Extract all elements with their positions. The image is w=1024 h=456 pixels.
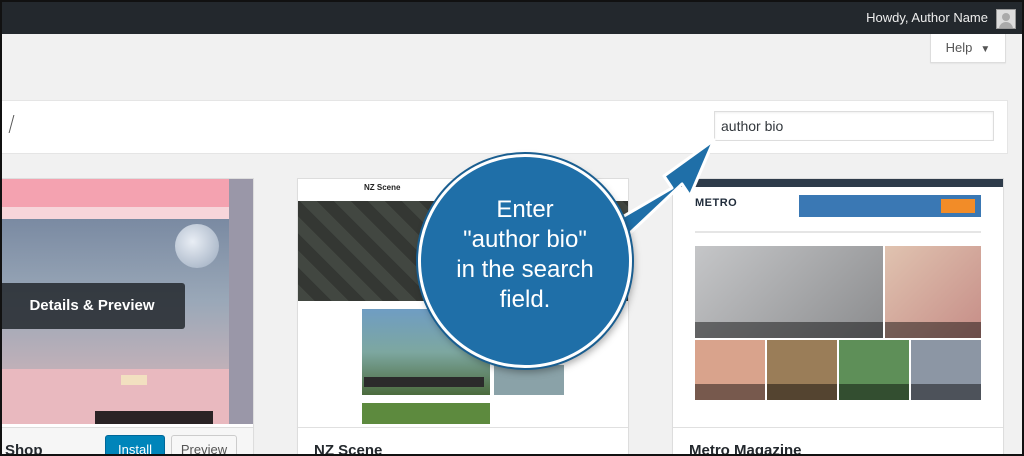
screenshot-logo: METRO xyxy=(695,197,738,209)
theme-name: Shop xyxy=(5,442,43,456)
theme-screenshot[interactable]: Details & Preview xyxy=(2,179,253,424)
theme-card-shop[interactable]: Details & Preview Shop Install Preview xyxy=(2,178,254,456)
callout-line: Enter xyxy=(496,196,554,223)
theme-actions: Shop Install Preview xyxy=(2,427,253,456)
filter-bar-edge xyxy=(2,115,15,133)
details-preview-button[interactable]: Details & Preview xyxy=(2,283,185,329)
theme-card-metro-magazine[interactable]: METRO Metro Magazine xyxy=(672,178,1004,456)
help-tab-button[interactable]: Help ▼ xyxy=(930,34,1006,63)
preview-button[interactable]: Preview xyxy=(171,435,237,454)
install-button[interactable]: Install xyxy=(105,435,165,454)
annotation-callout: Enter "author bio" in the search field. xyxy=(418,154,632,368)
theme-search-input[interactable] xyxy=(714,111,994,141)
theme-name: Metro Magazine xyxy=(689,442,802,456)
screenshot-site-title: NZ Scene xyxy=(364,183,401,192)
theme-screenshot[interactable]: METRO xyxy=(673,179,1003,424)
theme-name: NZ Scene xyxy=(314,442,383,456)
callout-line: "author bio" xyxy=(463,226,587,253)
moon-graphic xyxy=(175,224,219,268)
caret-down-icon: ▼ xyxy=(980,44,991,55)
account-greeting[interactable]: Howdy, Author Name xyxy=(866,2,988,34)
avatar[interactable] xyxy=(996,9,1016,29)
theme-name-bar: NZ Scene xyxy=(298,427,628,456)
theme-name-bar: Metro Magazine xyxy=(673,427,1003,456)
admin-bar: Howdy, Author Name xyxy=(2,2,1022,34)
callout-line: in the search xyxy=(456,256,594,283)
callout-line: field. xyxy=(499,286,551,313)
help-label: Help xyxy=(945,40,973,55)
